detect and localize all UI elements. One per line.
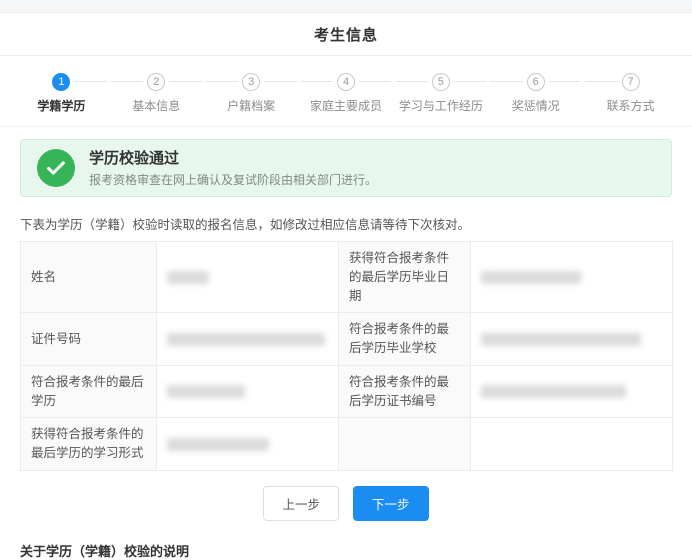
masked-value	[167, 271, 209, 284]
step-3-label: 户籍档案	[204, 97, 299, 114]
table-row: 姓名 获得符合报考条件的最后学历毕业日期	[21, 242, 673, 313]
masked-value	[481, 271, 581, 284]
alert-text-block: 学历校验通过 报考资格审查在网上确认及复试阶段由相关部门进行。	[89, 148, 377, 188]
verified-info-table: 姓名 获得符合报考条件的最后学历毕业日期 证件号码 符合报考条件的最后学历毕业学…	[20, 241, 673, 471]
step-1-xueji-xueli[interactable]: 1 学籍学历	[14, 72, 109, 114]
label-name: 姓名	[21, 242, 157, 313]
table-intro-text: 下表为学历（学籍）校验时读取的报名信息，如修改过相应信息请等待下次核对。	[20, 214, 672, 233]
previous-step-button[interactable]: 上一步	[263, 486, 339, 521]
alert-description: 报考资格审查在网上确认及复试阶段由相关部门进行。	[89, 171, 377, 188]
table-row: 获得符合报考条件的最后学历的学习形式	[21, 418, 673, 471]
label-study-form: 获得符合报考条件的最后学历的学习形式	[21, 418, 157, 471]
step-7-label: 联系方式	[583, 97, 678, 114]
masked-value	[167, 438, 269, 451]
masked-value	[481, 333, 641, 346]
step-5-study-work[interactable]: 5 学习与工作经历	[393, 72, 488, 114]
step-1-label: 学籍学历	[14, 97, 109, 114]
notes-title: 关于学历（学籍）校验的说明	[20, 541, 672, 560]
step-6-circle: 6	[527, 73, 545, 91]
label-graduation-school: 符合报考条件的最后学历毕业学校	[339, 313, 471, 366]
value-graduation-school	[471, 313, 673, 366]
step-3-huji-archive[interactable]: 3 户籍档案	[204, 72, 299, 114]
step-6-label: 奖惩情况	[488, 97, 583, 114]
value-empty	[471, 418, 673, 471]
browser-chrome-strip	[0, 0, 692, 13]
label-empty	[339, 418, 471, 471]
page-title: 考生信息	[314, 24, 378, 45]
table-row: 符合报考条件的最后学历 符合报考条件的最后学历证书编号	[21, 365, 673, 418]
step-2-circle: 2	[147, 73, 165, 91]
step-2-basic-info[interactable]: 2 基本信息	[109, 72, 204, 114]
verification-success-alert: 学历校验通过 报考资格审查在网上确认及复试阶段由相关部门进行。	[20, 139, 672, 197]
value-last-degree	[157, 365, 339, 418]
step-4-label: 家庭主要成员	[299, 97, 394, 114]
step-5-label: 学习与工作经历	[393, 97, 488, 114]
alert-title: 学历校验通过	[89, 148, 377, 169]
step-4-family-members[interactable]: 4 家庭主要成员	[299, 72, 394, 114]
value-id-number	[157, 313, 339, 366]
step-1-circle: 1	[52, 73, 70, 91]
page-header: 考生信息	[0, 13, 692, 56]
value-name	[157, 242, 339, 313]
label-certificate-number: 符合报考条件的最后学历证书编号	[339, 365, 471, 418]
step-4-circle: 4	[337, 73, 355, 91]
notes-section: 关于学历（学籍）校验的说明 1. 学历（学籍）校验由学信网免费提供，仅用来校验考…	[20, 541, 672, 560]
next-step-button[interactable]: 下一步	[353, 486, 429, 521]
masked-value	[481, 385, 626, 398]
step-5-circle: 5	[432, 73, 450, 91]
step-2-label: 基本信息	[109, 97, 204, 114]
step-7-contact[interactable]: 7 联系方式	[583, 72, 678, 114]
masked-value	[167, 385, 245, 398]
label-id-number: 证件号码	[21, 313, 157, 366]
value-graduation-date	[471, 242, 673, 313]
wizard-stepper: 1 学籍学历 2 基本信息 3 户籍档案 4 家庭主要成员 5 学习与工作经历 …	[0, 56, 692, 127]
check-circle-icon	[37, 149, 75, 187]
step-7-circle: 7	[622, 73, 640, 91]
step-6-rewards-punishments[interactable]: 6 奖惩情况	[488, 72, 583, 114]
masked-value	[167, 333, 325, 346]
label-last-degree: 符合报考条件的最后学历	[21, 365, 157, 418]
step-3-circle: 3	[242, 73, 260, 91]
table-row: 证件号码 符合报考条件的最后学历毕业学校	[21, 313, 673, 366]
value-certificate-number	[471, 365, 673, 418]
wizard-nav-buttons: 上一步 下一步	[0, 486, 692, 521]
label-graduation-date: 获得符合报考条件的最后学历毕业日期	[339, 242, 471, 313]
value-study-form	[157, 418, 339, 471]
